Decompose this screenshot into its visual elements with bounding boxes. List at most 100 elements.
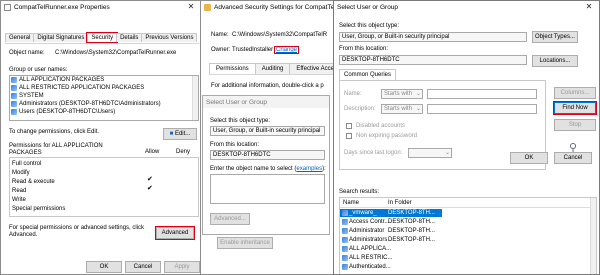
tab-effective-access[interactable]: Effective Access bbox=[289, 63, 337, 74]
deny-header: Deny bbox=[176, 149, 191, 155]
locations-button[interactable]: Locations... bbox=[532, 55, 578, 67]
user-group-icon bbox=[11, 109, 17, 115]
group-list[interactable]: ALL APPLICATION PACKAGES ALL RESTRICTED … bbox=[9, 75, 199, 121]
columns-button[interactable]: Columns... bbox=[554, 87, 596, 99]
object-types-button[interactable]: Object Types... bbox=[532, 31, 578, 43]
group-list-scrollbar[interactable] bbox=[192, 76, 198, 120]
description-query-input[interactable] bbox=[427, 104, 537, 114]
list-item[interactable]: Administrators (DESKTOP-8TH6DTC\Administ… bbox=[10, 100, 198, 108]
cancel-button[interactable]: Cancel bbox=[554, 152, 592, 164]
package-icon bbox=[342, 246, 348, 252]
col-name-header[interactable]: Name bbox=[343, 199, 359, 207]
results-scrollbar[interactable] bbox=[590, 198, 596, 274]
advanced-security-titlebar: Advanced Security Settings for CompatTel… bbox=[201, 1, 337, 13]
non-expiring-label: Non expiring password bbox=[356, 133, 418, 139]
enter-object-label: Enter the object name to select (example… bbox=[210, 166, 326, 172]
table-row[interactable]: Authenticated... bbox=[340, 263, 442, 271]
find-now-button[interactable]: Find Now bbox=[553, 101, 597, 115]
select-user-window: Select User or Group ✕ Select this objec… bbox=[333, 0, 600, 275]
user-group-icon bbox=[342, 237, 348, 243]
tab-previous-versions[interactable]: Previous Versions bbox=[141, 33, 198, 42]
cancel-button[interactable]: Cancel bbox=[125, 261, 161, 273]
tab-auditing[interactable]: Auditing bbox=[254, 63, 291, 74]
group-label: Group or user names: bbox=[9, 67, 68, 73]
tab-security[interactable]: Security bbox=[86, 32, 119, 43]
object-type-label: Select this object type: bbox=[339, 23, 400, 29]
ok-button[interactable]: OK bbox=[86, 261, 122, 273]
days-since-logon-select[interactable]: ⌄ bbox=[408, 148, 452, 158]
name-starts-with-select[interactable]: Starts with ⌄ bbox=[381, 89, 423, 99]
description-starts-with-select[interactable]: Starts with ⌄ bbox=[381, 104, 423, 114]
shield-icon: ■ bbox=[169, 131, 174, 137]
table-row[interactable]: _vmware_ DESKTOP-8TH... bbox=[340, 209, 442, 217]
table-row[interactable]: ALL RESTRIC... bbox=[340, 254, 442, 262]
tab-common-queries[interactable]: Common Queries bbox=[339, 69, 397, 80]
table-row[interactable]: Administrators DESKTOP-8TH... bbox=[340, 236, 442, 244]
chevron-down-icon: ⌄ bbox=[415, 106, 421, 112]
object-type-field: User, Group, or Built-in security princi… bbox=[210, 126, 325, 136]
select-user-titlebar: Select User or Group ✕ bbox=[334, 1, 599, 13]
change-owner-link[interactable]: Change bbox=[273, 46, 300, 54]
apply-button[interactable]: Apply bbox=[164, 261, 200, 273]
list-item[interactable]: ALL APPLICATION PACKAGES bbox=[10, 76, 198, 84]
file-icon bbox=[4, 3, 11, 11]
col-folder-header[interactable]: In Folder bbox=[388, 199, 412, 207]
search-results-label: Search results: bbox=[339, 189, 380, 195]
user-icon bbox=[342, 228, 348, 234]
advanced-security-title: Advanced Security Settings for CompatTel… bbox=[214, 3, 334, 11]
query-tabs: Common Queries bbox=[339, 69, 397, 80]
advanced-text: For special permissions or advanced sett… bbox=[9, 225, 145, 238]
advanced-button[interactable]: Advanced bbox=[155, 226, 195, 240]
close-icon[interactable]: ✕ bbox=[582, 1, 596, 13]
checkmark-icon: ✔ bbox=[147, 176, 153, 183]
disabled-accounts-label: Disabled accounts bbox=[356, 123, 406, 129]
object-name-label: Object name: bbox=[9, 50, 45, 56]
tab-permissions[interactable]: Permissions bbox=[209, 63, 256, 74]
stop-button[interactable]: Stop bbox=[554, 119, 596, 131]
table-row[interactable]: Administrator DESKTOP-8TH... bbox=[340, 227, 442, 235]
enable-inheritance-button[interactable]: Enable inheritance bbox=[217, 237, 273, 249]
permission-row: Read bbox=[12, 187, 27, 194]
list-item[interactable]: SYSTEM bbox=[10, 92, 198, 100]
list-item[interactable]: ALL RESTRICTED APPLICATION PACKAGES bbox=[10, 84, 198, 92]
location-field: DESKTOP-8TH6DTC bbox=[339, 55, 527, 65]
info-text: For additional information, double-click… bbox=[211, 83, 324, 89]
tab-divider bbox=[5, 43, 199, 44]
package-icon bbox=[11, 77, 17, 83]
package-icon bbox=[342, 255, 348, 261]
properties-titlebar: CompatTelRunner.exe Properties ✕ bbox=[1, 1, 201, 13]
advanced-button[interactable]: Advanced... bbox=[210, 213, 250, 225]
shield-icon bbox=[204, 3, 211, 11]
permission-row: Modify bbox=[12, 169, 30, 176]
chevron-down-icon: ⌄ bbox=[444, 150, 450, 156]
tab-digital-signatures[interactable]: Digital Signatures bbox=[33, 33, 89, 42]
perms-for-label: Permissions for ALL APPLICATION PACKAGES bbox=[9, 143, 103, 156]
owner-label: Owner: bbox=[211, 47, 231, 53]
tab-general[interactable]: General bbox=[5, 33, 35, 42]
table-row[interactable]: ALL APPLICA... bbox=[340, 245, 442, 253]
name-label: Name: bbox=[211, 32, 229, 38]
table-row[interactable]: Access Contr... DESKTOP-8TH... bbox=[340, 218, 442, 226]
select-user-small-window: Select User or Group Select this object … bbox=[202, 95, 330, 235]
list-item[interactable]: Users (DESKTOP-8TH6DTC\Users) bbox=[10, 108, 198, 116]
disabled-accounts-checkbox[interactable] bbox=[346, 123, 352, 129]
chevron-down-icon: ⌄ bbox=[415, 91, 421, 97]
checkmark-icon: ✔ bbox=[147, 185, 153, 192]
permissions-list: Full control Modify Read & execute Read … bbox=[9, 157, 199, 217]
edit-button[interactable]: ■ Edit... bbox=[163, 128, 197, 140]
non-expiring-checkbox[interactable] bbox=[346, 133, 352, 139]
permission-row: Read & execute bbox=[12, 178, 55, 185]
user-group-icon bbox=[11, 93, 17, 99]
examples-link[interactable]: examples bbox=[296, 166, 322, 172]
permission-row: Special permissions bbox=[12, 205, 66, 212]
close-icon[interactable]: ✕ bbox=[184, 1, 198, 13]
select-user-title: Select User or Group bbox=[337, 3, 399, 11]
name-query-input[interactable] bbox=[427, 89, 537, 99]
tab-details[interactable]: Details bbox=[116, 33, 143, 42]
user-group-icon bbox=[11, 101, 17, 107]
ok-button[interactable]: OK bbox=[510, 152, 548, 164]
advanced-tabs: Permissions Auditing Effective Access bbox=[209, 63, 337, 74]
object-name-input[interactable] bbox=[210, 174, 325, 204]
location-label: From this location: bbox=[339, 46, 389, 52]
package-icon bbox=[11, 85, 17, 91]
